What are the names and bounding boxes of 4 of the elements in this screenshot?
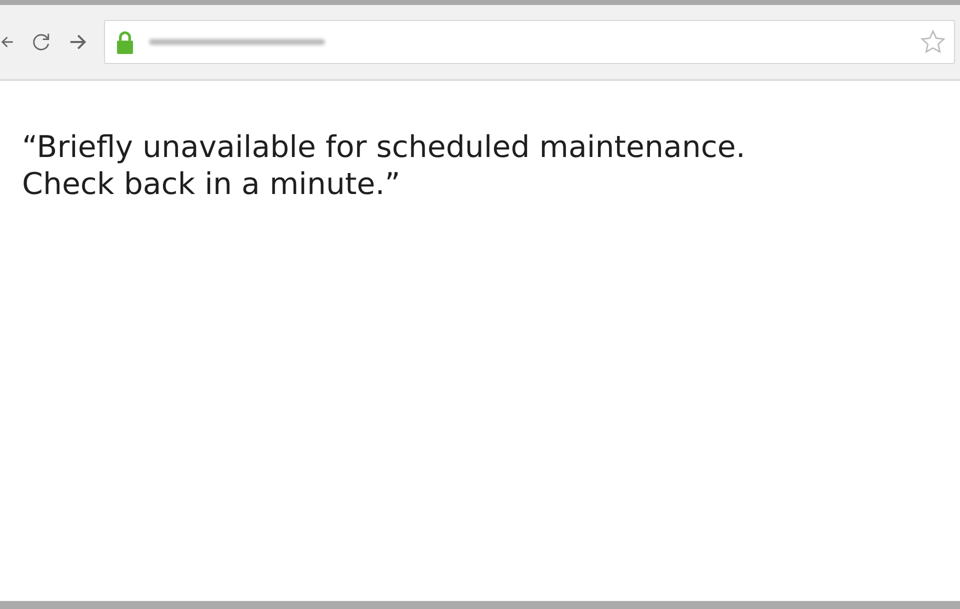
reload-icon[interactable] <box>30 31 52 53</box>
star-icon[interactable] <box>920 29 946 55</box>
address-field[interactable] <box>104 20 955 64</box>
maintenance-message: “Briefly unavailable for scheduled maintenance. Check back in a minute.” <box>22 129 746 203</box>
